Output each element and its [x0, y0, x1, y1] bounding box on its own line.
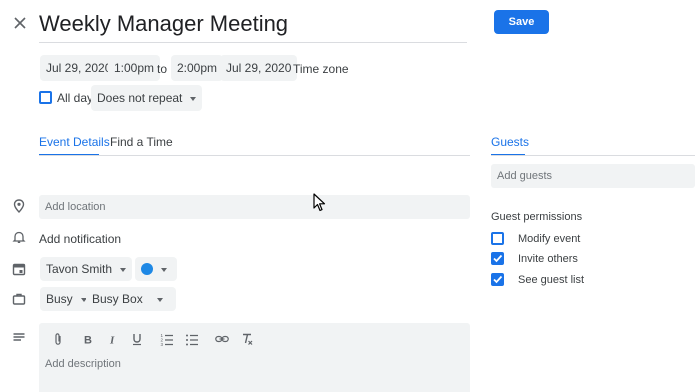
add-notification-link[interactable]: Add notification: [39, 232, 121, 246]
briefcase-icon: [12, 292, 26, 306]
add-guests-input[interactable]: Add guests: [491, 164, 695, 188]
invite-others-checkbox[interactable]: [491, 252, 504, 265]
end-date-text: Jul 29, 2020: [226, 61, 292, 75]
numbered-list-icon[interactable]: 123: [160, 332, 174, 346]
event-color-dropdown[interactable]: [135, 257, 177, 281]
link-icon[interactable]: [215, 332, 229, 346]
color-dot: [141, 262, 153, 275]
chevron-down-icon: [156, 297, 163, 302]
underline-icon[interactable]: [130, 332, 144, 346]
visibility-dropdown[interactable]: Busy Box: [86, 287, 176, 311]
italic-icon[interactable]: I: [106, 332, 120, 347]
availability-value: Busy: [46, 292, 73, 306]
calendar-owner-dropdown[interactable]: Tavon Smith: [40, 257, 133, 281]
see-guest-list-checkbox[interactable]: [491, 273, 504, 286]
end-date-field[interactable]: Jul 29, 2020: [220, 55, 298, 81]
description-lines-icon: [12, 331, 26, 345]
visibility-value: Busy Box: [92, 292, 143, 306]
mouse-cursor-icon: [313, 193, 327, 213]
end-time-field[interactable]: 2:00pm: [171, 55, 224, 81]
to-label: to: [157, 62, 168, 76]
description-placeholder: Add description: [45, 358, 121, 370]
invite-others-label: Invite others: [518, 253, 578, 265]
tab-guests[interactable]: Guests: [491, 135, 529, 149]
tab-event-details[interactable]: Event Details: [39, 135, 110, 149]
bold-icon[interactable]: B: [81, 332, 95, 347]
bulleted-list-icon[interactable]: [185, 332, 199, 346]
guest-permissions-heading: Guest permissions: [491, 211, 583, 223]
modify-event-label: Modify event: [518, 233, 581, 245]
chevron-down-icon: [161, 267, 167, 272]
repeat-value: Does not repeat: [97, 91, 183, 105]
all-day-checkbox[interactable]: [39, 91, 52, 104]
event-title-input[interactable]: Weekly Manager Meeting: [39, 10, 467, 43]
save-button-label: Save: [508, 16, 535, 28]
start-date-text: Jul 29, 2020: [46, 61, 112, 75]
start-time-text: 1:00pm: [114, 61, 155, 75]
attachment-icon[interactable]: [51, 332, 65, 346]
close-icon[interactable]: [13, 16, 27, 30]
see-guest-list-label: See guest list: [518, 274, 585, 286]
start-date-field[interactable]: Jul 29, 2020: [40, 55, 118, 81]
event-title-text: Weekly Manager Meeting: [39, 11, 289, 36]
calendar-owner-value: Tavon Smith: [46, 262, 113, 276]
location-pin-icon: [12, 199, 26, 213]
tabs-divider: [39, 155, 470, 156]
save-button[interactable]: Save: [494, 10, 549, 34]
all-day-label: All day: [57, 91, 94, 105]
location-input[interactable]: Add location: [39, 195, 470, 219]
time-zone-link[interactable]: Time zone: [293, 62, 349, 76]
location-placeholder: Add location: [45, 201, 106, 213]
availability-dropdown[interactable]: Busy: [40, 287, 93, 311]
tab-find-a-time[interactable]: Find a Time: [110, 135, 173, 149]
end-time-text: 2:00pm: [177, 61, 218, 75]
calendar-icon: [12, 262, 26, 276]
remove-formatting-icon[interactable]: [240, 332, 254, 346]
repeat-dropdown[interactable]: Does not repeat: [91, 85, 203, 111]
svg-text:I: I: [109, 335, 115, 347]
svg-text:B: B: [84, 335, 92, 347]
add-guests-placeholder: Add guests: [497, 170, 553, 182]
chevron-down-icon: [190, 96, 197, 101]
start-time-field[interactable]: 1:00pm: [108, 55, 161, 81]
svg-text:3: 3: [161, 342, 164, 346]
modify-event-checkbox[interactable]: [491, 232, 504, 245]
bell-icon: [12, 230, 26, 244]
guests-divider: [491, 155, 695, 156]
chevron-down-icon: [120, 267, 127, 272]
description-editor[interactable]: Add description: [39, 323, 470, 392]
